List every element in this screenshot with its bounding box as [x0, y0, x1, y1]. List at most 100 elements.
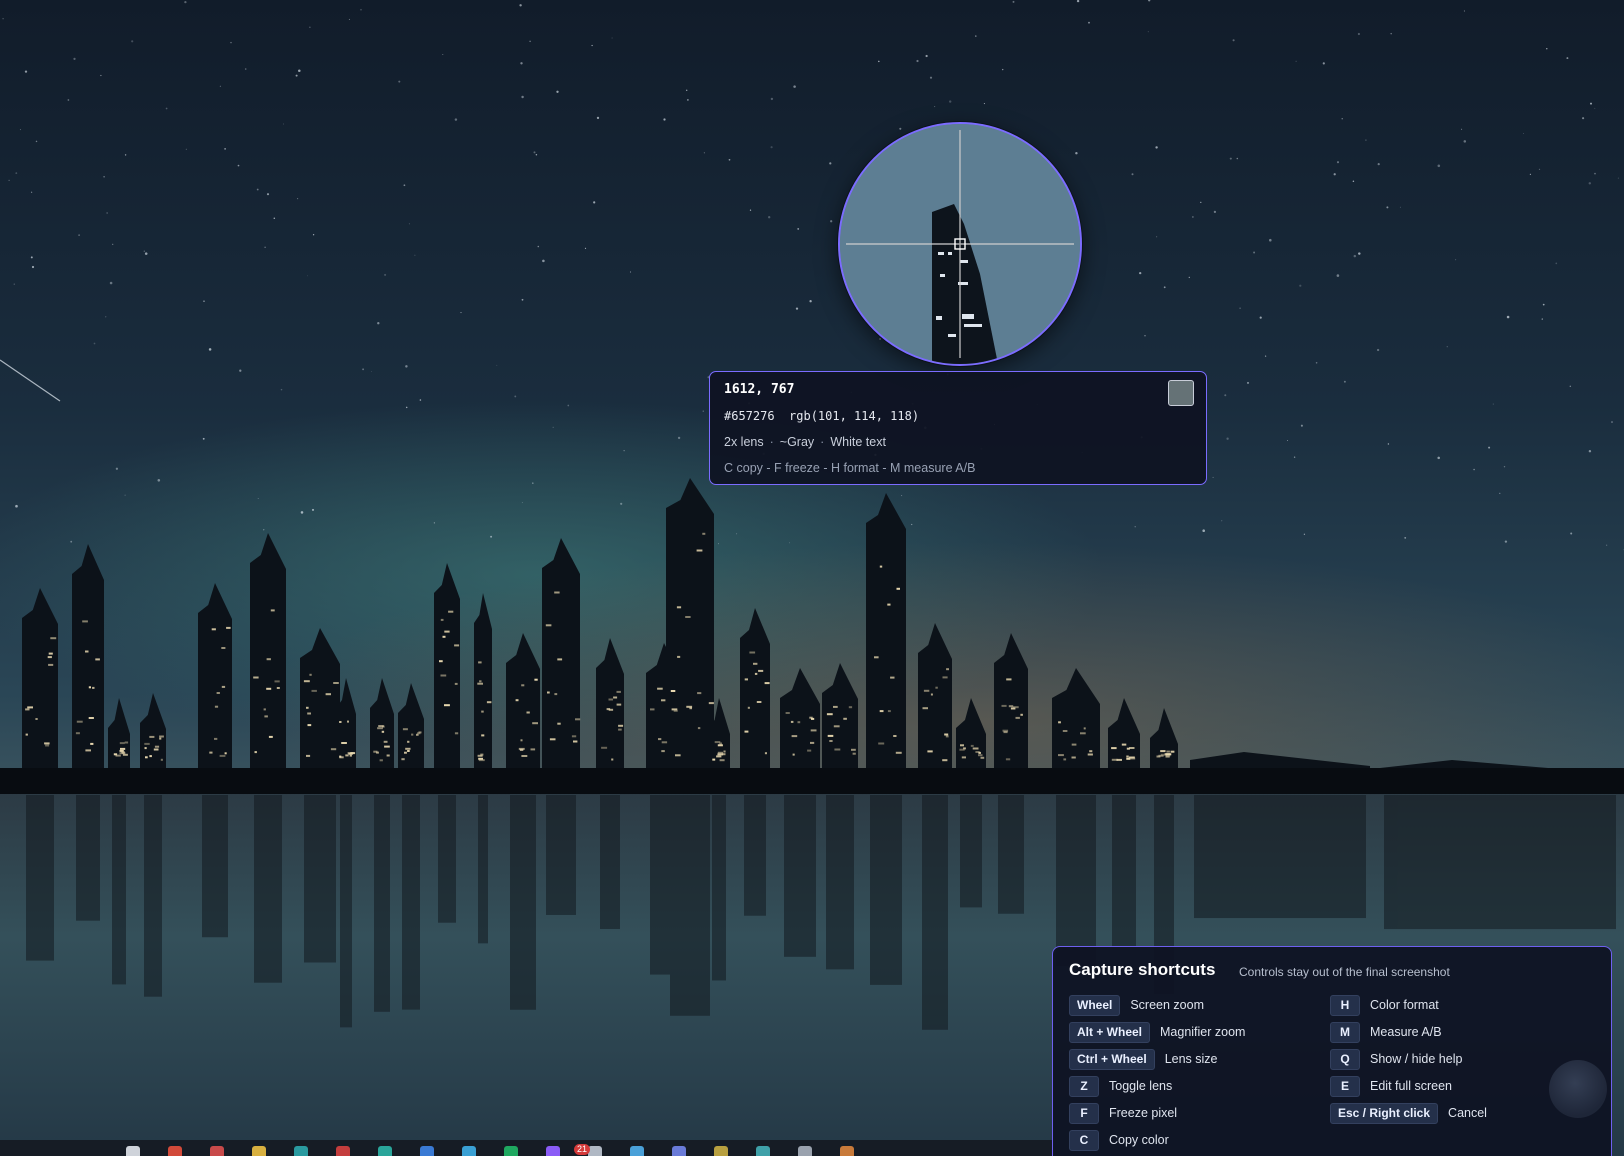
window-light [895, 751, 902, 754]
window-light [1080, 732, 1086, 735]
window-light [1130, 757, 1136, 760]
shortcut-row: C Copy color [1069, 1129, 1245, 1151]
window-light [744, 730, 749, 733]
window-light [526, 711, 530, 714]
star [567, 404, 570, 407]
shortcut-label: Lens size [1164, 1052, 1218, 1066]
terminal-icon[interactable] [756, 1146, 770, 1156]
window-light [145, 756, 148, 759]
star [1299, 284, 1302, 287]
star [1503, 466, 1506, 468]
window-light [1062, 730, 1068, 732]
window-light [1071, 756, 1076, 759]
star [1076, 0, 1080, 3]
cloud-icon[interactable] [588, 1146, 602, 1156]
calendar-icon[interactable] [210, 1146, 224, 1156]
window-light [264, 715, 268, 718]
star [542, 259, 545, 263]
window-light [922, 707, 928, 710]
start-icon[interactable] [126, 1146, 140, 1156]
star [398, 80, 401, 83]
star [703, 152, 705, 154]
shortcuts-column-right: H Color format M Measure A/B Q Show / hide … [1330, 994, 1487, 1130]
star [312, 234, 315, 236]
window-light [407, 750, 410, 752]
star [1144, 335, 1146, 337]
building-reflection [26, 795, 54, 961]
star [15, 172, 18, 175]
window-light [1165, 754, 1171, 757]
star [1226, 437, 1229, 440]
star [1300, 424, 1303, 427]
star [297, 198, 299, 200]
window-light [1121, 743, 1127, 746]
assistant-avatar[interactable] [1549, 1060, 1607, 1118]
window-light [754, 672, 758, 675]
shortcut-key: Esc / Right click [1330, 1102, 1439, 1124]
photos-icon[interactable] [714, 1146, 728, 1156]
building-reflection [1194, 795, 1366, 919]
star [1463, 10, 1465, 12]
vpn-icon[interactable] [840, 1146, 854, 1156]
star [295, 74, 298, 77]
capture-overlay[interactable]: 1612, 767 #657276 rgb(101, 114, 118) 2x … [0, 0, 1624, 1156]
skyline-building [542, 538, 580, 790]
star [78, 234, 80, 236]
star [1492, 403, 1494, 405]
window-light [532, 722, 538, 725]
shortcut-key: E [1330, 1075, 1360, 1097]
maps-icon[interactable] [798, 1146, 812, 1156]
star [1488, 446, 1491, 449]
star [623, 450, 625, 452]
window-light [1160, 750, 1166, 753]
shortcut-label: Measure A/B [1370, 1025, 1442, 1039]
star [496, 364, 498, 366]
meta-separator: · [769, 435, 774, 449]
shortcut-label: Cancel [1448, 1106, 1487, 1120]
shortcuts-column-left: Wheel Screen zoom Alt + Wheel Magnifier zo… [1069, 994, 1245, 1156]
star [282, 123, 284, 125]
star [263, 529, 265, 531]
star [264, 246, 266, 248]
star [1499, 492, 1501, 495]
star [1336, 161, 1340, 164]
star [360, 8, 362, 11]
sheets-icon[interactable] [504, 1146, 518, 1156]
window-light [1129, 747, 1135, 749]
store-icon[interactable] [462, 1146, 476, 1156]
window-light [1126, 755, 1129, 758]
chrome-icon[interactable] [336, 1146, 350, 1156]
mail-icon[interactable] [420, 1146, 434, 1156]
building-reflection [1112, 795, 1136, 947]
window-light [82, 620, 88, 623]
chat-icon[interactable] [546, 1146, 560, 1156]
teams-icon[interactable] [378, 1146, 392, 1156]
building-reflection [478, 795, 488, 944]
star [1200, 201, 1202, 204]
browser-icon[interactable] [168, 1146, 182, 1156]
star [298, 69, 301, 72]
window-light [611, 758, 614, 761]
star [1264, 355, 1267, 357]
star [1588, 449, 1592, 453]
star [1232, 39, 1235, 42]
edge-icon[interactable] [294, 1146, 308, 1156]
settings-icon[interactable] [630, 1146, 644, 1156]
shortcut-key: Wheel [1069, 994, 1121, 1016]
files-icon[interactable] [252, 1146, 266, 1156]
shortcut-label: Freeze pixel [1109, 1106, 1178, 1120]
star [30, 191, 33, 193]
notes-icon[interactable] [672, 1146, 686, 1156]
shortcut-row: Alt + Wheel Magnifier zoom [1069, 1021, 1245, 1043]
window-light [85, 650, 89, 653]
window-light [829, 740, 833, 742]
star [109, 281, 113, 285]
window-light [224, 752, 227, 755]
window-light [330, 748, 337, 751]
window-light [972, 747, 979, 750]
window-light [657, 687, 663, 690]
star [1463, 140, 1467, 143]
window-light [650, 708, 655, 711]
star [408, 223, 410, 225]
window-light [407, 740, 410, 743]
